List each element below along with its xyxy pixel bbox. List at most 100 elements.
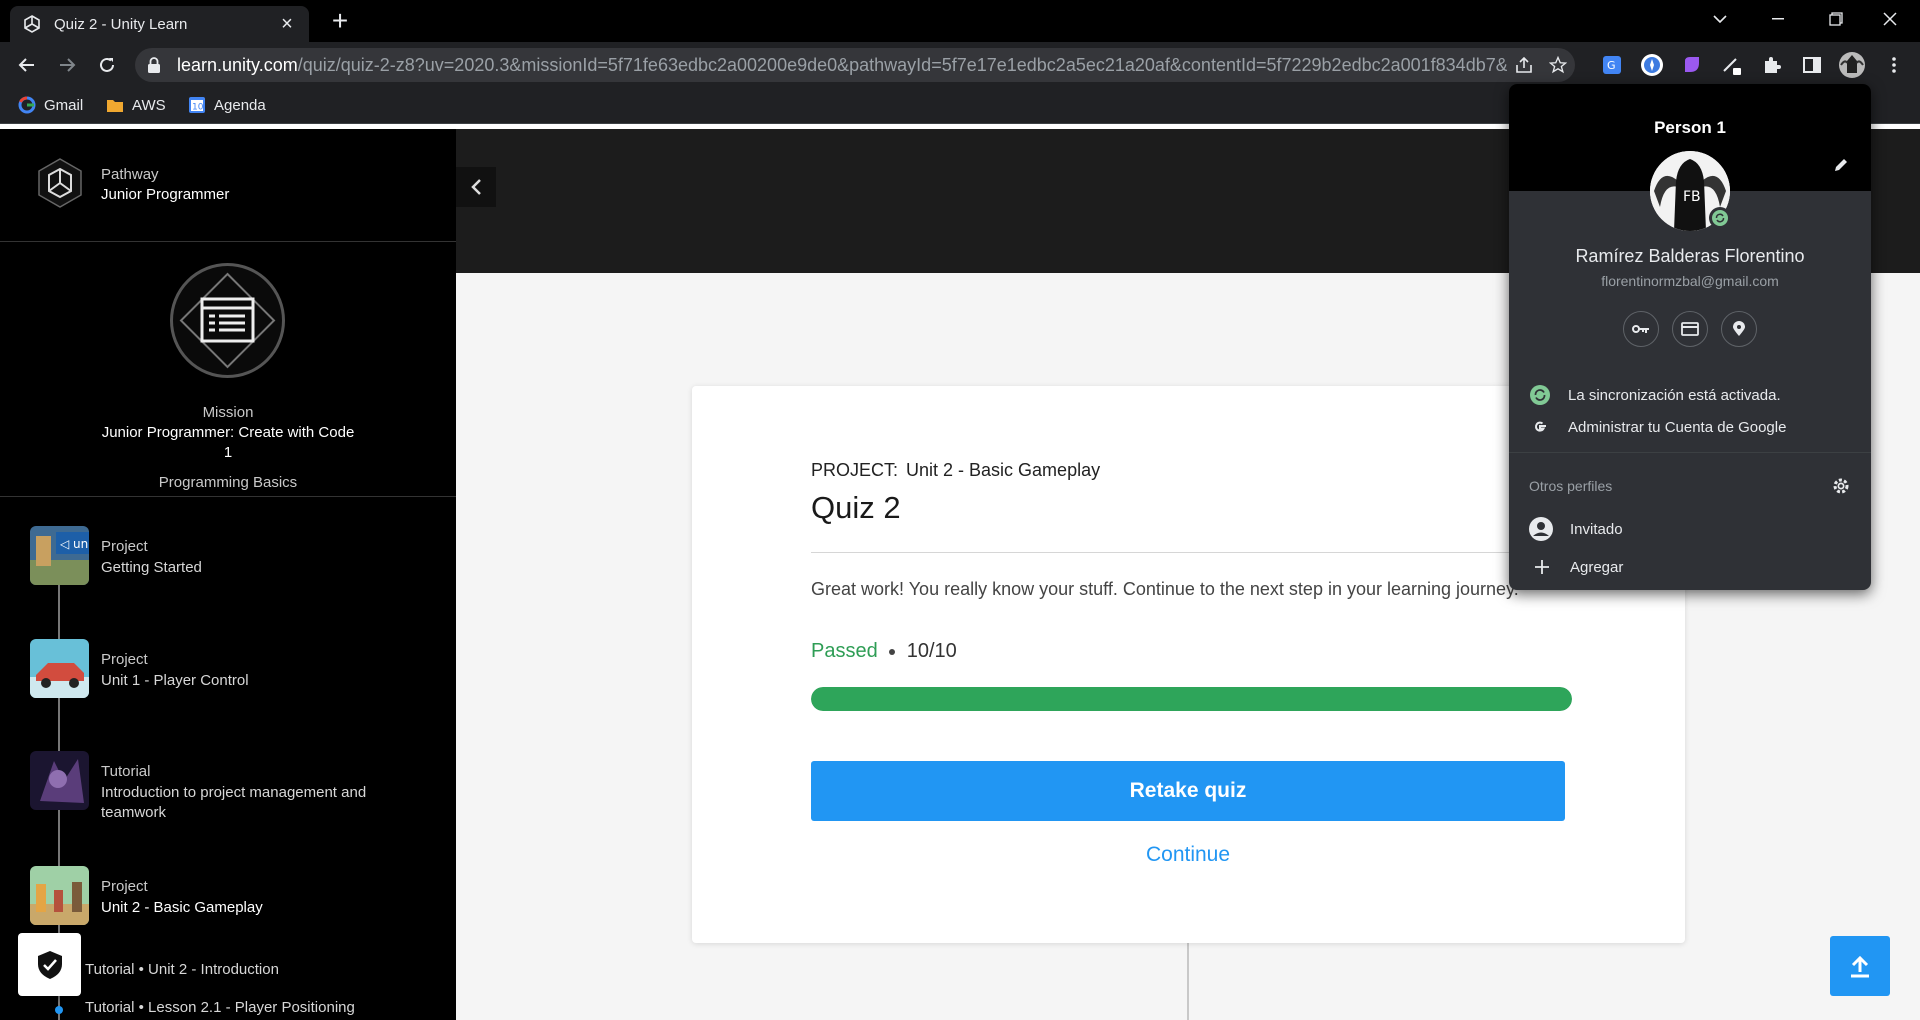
new-tab-button[interactable]: + (324, 6, 356, 38)
step-kind: Project (101, 878, 148, 895)
project-line: PROJECT: Unit 2 - Basic Gameplay (811, 460, 1100, 481)
extension-purple-icon[interactable] (1677, 50, 1707, 80)
bookmark-star-icon[interactable] (1541, 48, 1575, 82)
chrome-menu-icon[interactable] (1879, 50, 1909, 80)
pathway-header[interactable]: Pathway Junior Programmer (0, 129, 456, 242)
guest-avatar-icon (1529, 517, 1553, 541)
google-g-icon (1529, 416, 1551, 438)
pass-status: Passed (811, 640, 878, 662)
step-label: Unit 2 - Basic Gameplay (101, 899, 263, 916)
browser-toolbar: learn.unity.com/quiz/quiz-2-z8?uv=2020.3… (0, 42, 1920, 88)
bookmark-aws[interactable]: AWS (106, 96, 166, 114)
close-window-button[interactable] (1860, 0, 1920, 38)
back-button[interactable] (11, 49, 43, 81)
manage-account-text: Administrar tu Cuenta de Google (1568, 418, 1787, 436)
svg-text:10: 10 (192, 103, 204, 113)
tab-title: Quiz 2 - Unity Learn (54, 15, 188, 33)
pathway-name: Junior Programmer (101, 186, 230, 203)
chrome-profile-menu: Person 1 FB Ramírez Balderas Florentino … (1509, 84, 1871, 590)
add-profile-label: Agregar (1570, 558, 1624, 576)
guest-label: Invitado (1570, 520, 1623, 538)
sync-on-icon (1529, 384, 1551, 406)
forward-button[interactable] (51, 49, 83, 81)
quiz-title: Quiz 2 (811, 490, 901, 525)
pathway-kicker: Pathway (101, 166, 159, 183)
step-kind: Project (101, 538, 148, 555)
quiz-result: Passed 10/10 (811, 640, 957, 663)
content-divider-line (1187, 940, 1189, 1020)
browser-tab[interactable]: Quiz 2 - Unity Learn × (10, 6, 309, 42)
quiz-score: 10/10 (906, 640, 957, 662)
mission-subtitle: Programming Basics (158, 474, 298, 491)
sidebar-subitem[interactable]: Tutorial • Lesson 2.1 - Player Positioni… (85, 999, 355, 1016)
add-profile-row[interactable]: Agregar (1531, 556, 1623, 578)
passwords-key-icon[interactable] (1623, 311, 1659, 347)
side-panel-icon[interactable] (1797, 50, 1827, 80)
step-label: Unit 1 - Player Control (101, 672, 249, 689)
unity-favicon-icon (22, 14, 42, 34)
sync-status-row[interactable]: La sincronización está activada. (1529, 384, 1781, 406)
aws-folder-icon (106, 96, 124, 114)
mission-header[interactable]: Mission Junior Programmer: Create with C… (0, 242, 456, 497)
retake-quiz-button[interactable]: Retake quiz (811, 761, 1565, 821)
timeline-current-dot (55, 1006, 63, 1014)
continue-link[interactable]: Continue (811, 843, 1565, 867)
address-bar[interactable]: learn.unity.com/quiz/quiz-2-z8?uv=2020.3… (135, 48, 1575, 82)
title-divider (811, 552, 1568, 553)
sidebar-step-getting-started[interactable]: ◁ un Project Getting Started (30, 526, 450, 586)
step-thumbnail (30, 866, 89, 925)
sync-badge-icon (1709, 207, 1731, 229)
sidebar-step-unit-2[interactable]: Project Unit 2 - Basic Gameplay (30, 866, 450, 926)
mission-emblem-icon (169, 262, 286, 379)
calendar-icon: 10 (188, 96, 206, 114)
extensions-puzzle-icon[interactable] (1757, 50, 1787, 80)
google-translate-icon[interactable]: G (1597, 50, 1627, 80)
tab-search-icon[interactable] (1690, 0, 1750, 38)
score-progress-bar (811, 687, 1572, 711)
plus-icon (1531, 556, 1553, 578)
sidebar-step-unit-1[interactable]: Project Unit 1 - Player Control (30, 639, 450, 699)
extension-pen-icon[interactable] (1717, 50, 1747, 80)
reload-button[interactable] (91, 49, 123, 81)
lock-icon[interactable] (147, 57, 167, 73)
payment-card-icon[interactable] (1672, 311, 1708, 347)
svg-text:FB: FB (1683, 189, 1701, 205)
bookmark-gmail[interactable]: Gmail (18, 96, 83, 114)
restore-window-button[interactable] (1806, 0, 1866, 38)
google-icon (18, 96, 36, 114)
mission-name: Junior Programmer: Create with Code 1 (101, 424, 355, 461)
scroll-to-top-button[interactable] (1830, 936, 1890, 996)
share-icon[interactable] (1507, 48, 1541, 82)
step-thumbnail (30, 751, 89, 810)
browser-tab-strip: Quiz 2 - Unity Learn × + (0, 0, 1920, 42)
other-profiles-heading: Otros perfiles (1529, 478, 1613, 494)
profile-header-name: Person 1 (1654, 118, 1726, 137)
collapse-sidebar-button[interactable] (456, 167, 496, 207)
manage-account-row[interactable]: Administrar tu Cuenta de Google (1529, 416, 1786, 438)
edit-pencil-icon[interactable] (1829, 153, 1853, 177)
menu-divider (1509, 452, 1871, 453)
bookmark-label: Agenda (214, 96, 266, 114)
bookmark-label: Gmail (44, 96, 84, 114)
course-sidebar: Pathway Junior Programmer Mission Junior… (0, 129, 456, 1020)
url-text: learn.unity.com/quiz/quiz-2-z8?uv=2020.3… (177, 54, 1507, 75)
tab-close-icon[interactable]: × (277, 13, 297, 36)
addresses-pin-icon[interactable] (1721, 311, 1757, 347)
bookmark-agenda[interactable]: 10 Agenda (188, 96, 266, 114)
minimize-window-button[interactable] (1748, 0, 1808, 38)
step-thumbnail (30, 639, 89, 698)
sidebar-step-project-management[interactable]: Tutorial Introduction to project managem… (30, 751, 450, 821)
guest-profile-row[interactable]: Invitado (1529, 517, 1623, 541)
step-label: Getting Started (101, 559, 202, 576)
profile-avatar-button[interactable] (1837, 50, 1867, 80)
gear-icon[interactable] (1831, 476, 1851, 496)
step-kind: Project (101, 651, 148, 668)
extension-compass-icon[interactable] (1637, 50, 1667, 80)
bookmark-label: AWS (132, 96, 166, 114)
sync-status-text: La sincronización está activada. (1568, 386, 1781, 404)
privacy-shield-button[interactable] (18, 933, 81, 996)
separator-dot (888, 648, 895, 655)
mission-kicker: Mission (202, 404, 254, 421)
svg-text:G: G (1607, 59, 1616, 72)
sidebar-subitem[interactable]: Tutorial • Unit 2 - Introduction (85, 961, 279, 978)
